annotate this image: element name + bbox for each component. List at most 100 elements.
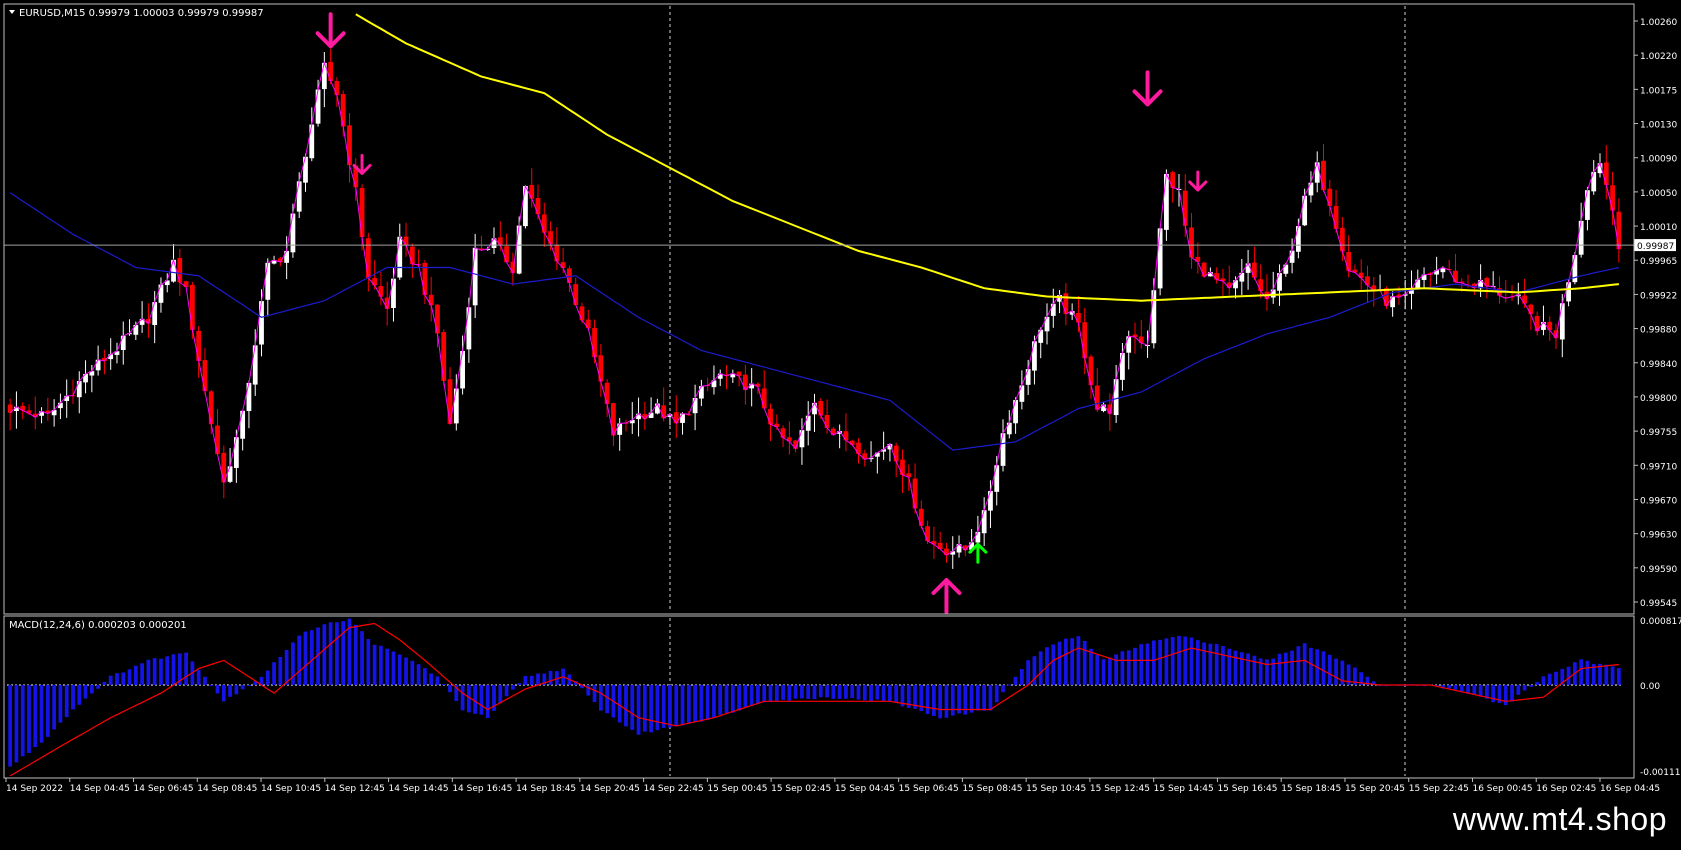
macd-histogram-bar <box>83 684 88 699</box>
bear-candle <box>435 304 440 334</box>
bull-candle <box>76 381 82 398</box>
macd-histogram-bar <box>724 684 729 713</box>
macd-histogram-bar <box>133 665 138 685</box>
macd-histogram-bar <box>1145 643 1150 685</box>
macd-histogram-bar <box>379 645 383 685</box>
macd-histogram-bar <box>1604 664 1609 685</box>
macd-histogram-bar <box>592 684 597 703</box>
bull-candle <box>1013 400 1018 424</box>
bear-candle <box>1170 172 1176 188</box>
symbol-header: EURUSD,M15 0.99979 1.00003 0.99979 0.999… <box>19 8 264 19</box>
macd-axis-label: 0.00 <box>1640 682 1660 692</box>
macd-histogram-bar <box>894 684 899 703</box>
bull-candle <box>309 124 315 159</box>
bear-candle <box>1333 205 1339 229</box>
macd-histogram-bar <box>536 673 540 685</box>
macd-histogram-bar <box>875 684 880 700</box>
macd-histogram-bar <box>1566 666 1571 685</box>
bull-candle <box>259 301 264 345</box>
macd-histogram-bar <box>793 684 798 699</box>
macd-histogram-bar <box>391 651 396 685</box>
macd-histogram-bar <box>762 684 767 703</box>
macd-histogram-bar <box>925 684 930 714</box>
bull-candle <box>805 415 811 431</box>
time-axis-label: 16 Sep 00:45 <box>1472 784 1532 794</box>
macd-histogram-bar <box>1076 636 1081 685</box>
macd-histogram-bar <box>699 684 704 722</box>
macd-histogram-bar <box>1528 684 1533 687</box>
bear-candle <box>900 459 905 475</box>
bear-candle <box>347 125 352 166</box>
bear-candle <box>1251 262 1257 278</box>
bull-candle <box>1044 316 1050 332</box>
macd-histogram-bar <box>278 656 283 685</box>
bear-candle <box>208 391 214 425</box>
price-axis-label: 0.99670 <box>1640 496 1677 506</box>
macd-histogram-bar <box>1334 658 1338 685</box>
time-axis-label: 15 Sep 18:45 <box>1281 784 1341 794</box>
macd-histogram-bar <box>234 684 239 695</box>
bear-candle <box>585 319 591 329</box>
bull-candle <box>1591 171 1597 192</box>
macd-histogram-bar <box>1516 684 1521 695</box>
bear-candle <box>328 62 334 81</box>
macd-histogram-bar <box>1063 638 1068 685</box>
bull-candle <box>284 250 290 263</box>
macd-histogram-bar <box>680 684 685 726</box>
macd-histogram-bar <box>404 657 408 685</box>
time-axis-label: 14 Sep 20:45 <box>580 784 640 794</box>
macd-histogram-bar <box>485 684 490 718</box>
macd-histogram-bar <box>159 658 163 685</box>
macd-histogram-bar <box>1610 666 1615 685</box>
macd-histogram-bar <box>221 684 226 702</box>
bull-candle <box>975 531 981 543</box>
macd-histogram-bar <box>1189 637 1194 685</box>
bull-candle <box>1126 336 1132 353</box>
macd-histogram-bar <box>737 684 741 711</box>
macd-histogram-bar <box>636 684 641 735</box>
time-axis-label: 14 Sep 08:45 <box>197 784 257 794</box>
macd-histogram-bar <box>39 684 44 743</box>
macd-histogram-bar <box>932 684 936 716</box>
macd-histogram-bar <box>944 684 949 718</box>
bear-candle <box>567 268 572 284</box>
bull-candle <box>1541 322 1546 330</box>
macd-histogram-bar <box>1051 644 1056 685</box>
macd-histogram-bar <box>862 684 867 701</box>
bear-candle <box>1522 295 1527 304</box>
bear-candle <box>441 332 447 381</box>
bull-candle <box>874 452 880 457</box>
macd-histogram-bar <box>1164 638 1169 685</box>
macd-histogram-bar <box>309 630 314 685</box>
price-axis-label: 1.00130 <box>1640 121 1677 131</box>
price-axis-label: 0.99965 <box>1640 257 1677 267</box>
macd-histogram-bar <box>686 684 691 724</box>
time-axis-label: 16 Sep 02:45 <box>1536 784 1596 794</box>
macd-histogram-bar <box>1302 643 1307 685</box>
price-axis-label: 1.00010 <box>1640 223 1677 233</box>
macd-histogram-bar <box>1510 684 1514 702</box>
price-axis-label: 1.00050 <box>1640 189 1677 199</box>
bull-candle <box>799 430 805 448</box>
bear-candle <box>548 231 553 244</box>
macd-histogram-bar <box>1151 640 1156 685</box>
macd-histogram-bar <box>1283 652 1288 685</box>
bull-candle <box>246 382 252 411</box>
bear-candle <box>1453 270 1458 283</box>
time-axis-label: 15 Sep 04:45 <box>835 784 895 794</box>
macd-histogram-bar <box>1007 684 1012 686</box>
bear-candle <box>560 262 566 269</box>
chart-canvas[interactable]: 1.00260 1.00220 1.00175 1.00130 1.00090 1.000… <box>0 0 1681 846</box>
macd-histogram-bar <box>1453 684 1458 690</box>
macd-histogram-bar <box>152 658 157 685</box>
macd-histogram-bar <box>1139 644 1144 685</box>
bear-candle <box>1063 293 1069 314</box>
macd-histogram-bar <box>1547 673 1552 685</box>
bear-candle <box>529 184 535 199</box>
bear-candle <box>334 81 340 96</box>
bear-candle <box>1528 304 1534 315</box>
bear-candle <box>1339 227 1345 252</box>
macd-histogram-bar <box>165 656 170 685</box>
macd-histogram-bar <box>1177 635 1181 685</box>
bull-candle <box>1283 264 1289 274</box>
